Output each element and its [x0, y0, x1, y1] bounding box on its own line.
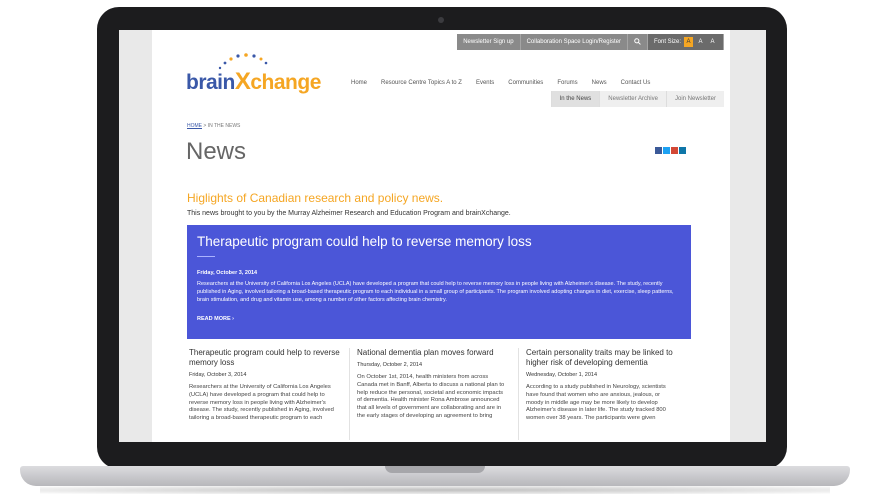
featured-divider — [197, 256, 215, 257]
linkedin-icon[interactable] — [679, 147, 686, 154]
read-more-link[interactable]: READ MORE › — [197, 316, 234, 322]
subnav-join-newsletter[interactable]: Join Newsletter — [665, 91, 724, 107]
news-card-body: According to a study published in Neurol… — [526, 384, 666, 422]
nav-forums[interactable]: Forums — [557, 80, 577, 86]
subnav-newsletter-archive[interactable]: Newsletter Archive — [599, 91, 666, 107]
web-page: Newsletter Sign up Collaboration Space L… — [152, 30, 730, 442]
breadcrumb-home[interactable]: HOME — [187, 123, 202, 129]
page-title: News — [186, 138, 247, 165]
twitter-icon[interactable] — [663, 147, 670, 154]
logo-text-change: change — [250, 71, 321, 94]
laptop-screen: Newsletter Sign up Collaboration Space L… — [119, 30, 766, 442]
featured-article-title[interactable]: Therapeutic program could help to revers… — [197, 234, 532, 249]
nav-resource-centre[interactable]: Resource Centre Topics A to Z — [381, 80, 462, 86]
laptop-shadow — [40, 486, 830, 494]
laptop-notch — [385, 466, 485, 473]
social-share-icons — [655, 147, 686, 154]
font-size-small[interactable]: A — [684, 37, 693, 47]
news-card: Certain personality traits may be linked… — [526, 348, 678, 423]
logo-text-x: X — [234, 68, 251, 95]
search-button[interactable] — [627, 34, 648, 50]
news-card-date: Friday, October 3, 2014 — [189, 372, 247, 378]
nav-contact-us[interactable]: Contact Us — [621, 80, 651, 86]
nav-events[interactable]: Events — [476, 80, 494, 86]
featured-article-body: Researchers at the University of Califor… — [197, 281, 674, 303]
search-icon — [634, 38, 641, 45]
news-card-body: Researchers at the University of Califor… — [189, 384, 334, 422]
breadcrumb-current: IN THE NEWS — [207, 123, 241, 129]
news-card: Therapeutic program could help to revers… — [189, 348, 341, 423]
news-card-title[interactable]: Certain personality traits may be linked… — [526, 348, 678, 368]
news-card-date: Wednesday, October 1, 2014 — [526, 372, 598, 378]
news-card-body: On October 1st, 2014, health ministers f… — [357, 374, 505, 419]
main-navigation: Home Resource Centre Topics A to Z Event… — [351, 80, 650, 86]
featured-article[interactable]: Therapeutic program could help to revers… — [187, 225, 691, 339]
font-size-control: Font Size: A A A — [647, 34, 724, 50]
nav-news[interactable]: News — [592, 80, 607, 86]
font-size-large[interactable]: A — [708, 37, 717, 47]
intro-text: This news brought to you by the Murray A… — [187, 210, 511, 217]
newsletter-signup-link[interactable]: Newsletter Sign up — [457, 34, 521, 50]
column-divider — [518, 348, 519, 440]
font-size-medium[interactable]: A — [696, 37, 705, 47]
facebook-icon[interactable] — [655, 147, 662, 154]
breadcrumb: HOME > IN THE NEWS — [187, 123, 240, 129]
news-card: National dementia plan moves forward Thu… — [357, 348, 509, 421]
logo-text-brain: brain — [186, 71, 235, 94]
font-size-label: Font Size: — [653, 39, 681, 45]
google-plus-icon[interactable] — [671, 147, 678, 154]
news-card-title[interactable]: Therapeutic program could help to revers… — [189, 348, 341, 368]
news-sub-navigation: In the News Newsletter Archive Join News… — [550, 91, 724, 107]
column-divider — [349, 348, 350, 440]
brainxchange-logo[interactable]: brainXchange — [186, 68, 321, 96]
nav-home[interactable]: Home — [351, 80, 367, 86]
news-card-date: Thursday, October 2, 2014 — [357, 362, 423, 368]
news-card-title[interactable]: National dementia plan moves forward — [357, 348, 509, 358]
collaboration-login-link[interactable]: Collaboration Space Login/Register — [520, 34, 628, 50]
webcam — [438, 17, 444, 23]
subnav-in-the-news[interactable]: In the News — [550, 91, 600, 107]
featured-article-date: Friday, October 3, 2014 — [197, 270, 258, 276]
nav-communities[interactable]: Communities — [508, 80, 543, 86]
section-heading: Higlights of Canadian research and polic… — [187, 191, 444, 205]
utility-bar: Newsletter Sign up Collaboration Space L… — [457, 34, 724, 50]
